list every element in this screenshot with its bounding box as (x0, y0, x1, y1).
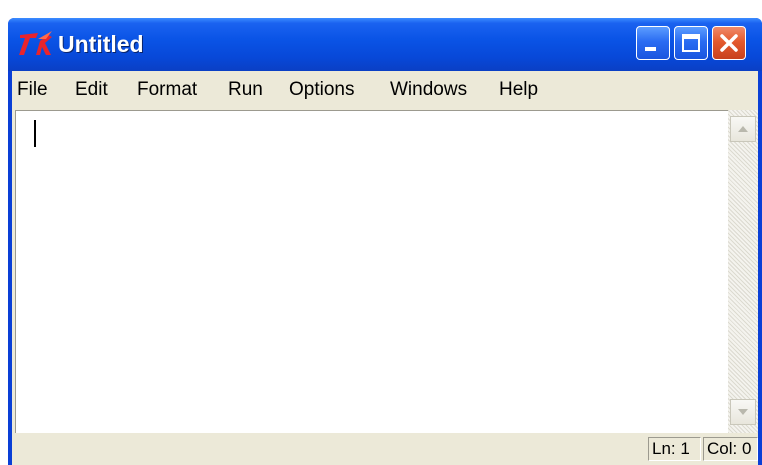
maximize-button[interactable] (674, 26, 708, 60)
tk-feather-icon (19, 31, 52, 55)
minimize-button[interactable] (636, 26, 670, 60)
menu-windows[interactable]: Windows (390, 79, 467, 101)
menu-file[interactable]: File (17, 79, 48, 101)
minimize-icon (645, 47, 656, 51)
window-client-area: File Edit Format Run Options Windows Hel… (12, 71, 758, 465)
column-number-indicator: Col: 0 (703, 437, 758, 461)
close-button[interactable] (712, 26, 746, 60)
menu-run[interactable]: Run (228, 79, 263, 101)
window-title: Untitled (58, 31, 144, 57)
scroll-up-arrow-icon (738, 126, 748, 132)
menu-format[interactable]: Format (137, 79, 197, 101)
maximize-icon (682, 34, 700, 52)
close-icon (720, 34, 738, 52)
menu-options[interactable]: Options (289, 79, 354, 101)
menu-edit[interactable]: Edit (75, 79, 108, 101)
status-bar: Ln: 1 Col: 0 (12, 433, 758, 465)
scroll-down-button[interactable] (730, 399, 756, 425)
text-caret (34, 120, 36, 147)
line-number-indicator: Ln: 1 (648, 437, 701, 461)
title-bar[interactable]: Untitled (8, 18, 762, 71)
idle-editor-window: Untitled File Edit Format Run Options Wi… (8, 18, 762, 465)
scroll-up-button[interactable] (730, 116, 756, 142)
menu-help[interactable]: Help (499, 79, 538, 101)
menu-bar: File Edit Format Run Options Windows Hel… (12, 71, 758, 109)
text-editor-area[interactable] (15, 110, 728, 433)
vertical-scrollbar[interactable] (728, 110, 758, 433)
scroll-down-arrow-icon (738, 409, 748, 415)
